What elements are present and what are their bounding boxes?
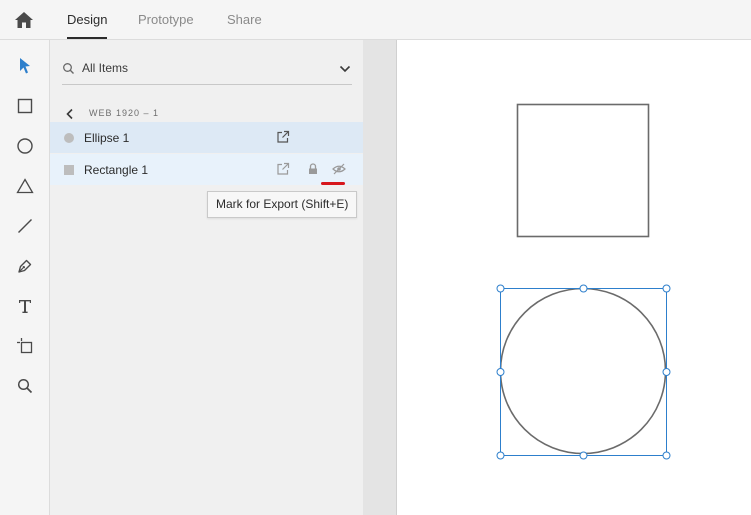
- annotation-underline: [321, 182, 345, 185]
- artboard-canvas[interactable]: [396, 40, 751, 515]
- pen-icon: [18, 259, 32, 273]
- tab-design[interactable]: Design: [67, 12, 107, 27]
- home-icon: [15, 12, 33, 28]
- active-tab-indicator: [67, 37, 107, 39]
- line-icon: [18, 219, 32, 233]
- select-arrow-icon: [20, 58, 30, 74]
- polygon-tool-button[interactable]: [13, 174, 37, 198]
- text-icon: [19, 300, 31, 313]
- search-icon: [63, 63, 74, 74]
- home-button[interactable]: [13, 9, 35, 31]
- export-icon[interactable]: [276, 130, 290, 144]
- layers-filter[interactable]: All Items: [62, 58, 352, 85]
- rectangle-shape[interactable]: [516, 103, 650, 238]
- export-tooltip: Mark for Export (Shift+E): [207, 191, 358, 218]
- canvas-drawing: [496, 103, 671, 460]
- triangle-icon: [16, 178, 34, 194]
- layers-panel: All Items WEB 1920 – 1 Ellipse 1 Rectang…: [50, 40, 363, 515]
- pasteboard: [363, 40, 396, 515]
- pen-tool-button[interactable]: [13, 254, 37, 278]
- resize-handle[interactable]: [662, 368, 671, 376]
- layer-name: Rectangle 1: [84, 163, 149, 177]
- resize-handle[interactable]: [496, 451, 505, 460]
- ellipse-shape[interactable]: [499, 287, 667, 455]
- resize-handle[interactable]: [662, 284, 671, 293]
- resize-handle[interactable]: [496, 284, 505, 293]
- text-tool-button[interactable]: [13, 294, 37, 318]
- tab-share[interactable]: Share: [227, 12, 262, 27]
- lock-icon[interactable]: [306, 162, 320, 176]
- resize-handle[interactable]: [496, 368, 505, 376]
- artboard-name: WEB 1920 – 1: [89, 108, 160, 118]
- ellipse-icon: [17, 138, 33, 154]
- top-bar: Design Prototype Share: [0, 0, 751, 40]
- layer-row-rectangle[interactable]: Rectangle 1: [50, 154, 363, 185]
- artboard-tool-button[interactable]: [13, 334, 37, 358]
- layer-row-ellipse[interactable]: Ellipse 1: [50, 122, 363, 153]
- resize-handle[interactable]: [662, 451, 671, 460]
- ellipse-layer-icon: [64, 133, 74, 143]
- layer-name: Ellipse 1: [84, 131, 130, 145]
- resize-handle[interactable]: [579, 284, 588, 293]
- line-tool-button[interactable]: [13, 214, 37, 238]
- tab-prototype[interactable]: Prototype: [138, 12, 194, 27]
- filter-label: All Items: [82, 61, 129, 75]
- rectangle-layer-icon: [64, 165, 74, 175]
- rectangle-icon: [17, 98, 33, 114]
- zoom-tool-button[interactable]: [13, 374, 37, 398]
- magnifier-icon: [17, 378, 33, 394]
- export-icon[interactable]: [276, 162, 290, 176]
- resize-handle[interactable]: [579, 451, 588, 460]
- artboard-icon: [17, 338, 33, 354]
- select-tool-button[interactable]: [13, 54, 37, 78]
- chevron-down-icon[interactable]: [338, 62, 352, 76]
- ellipse-tool-button[interactable]: [13, 134, 37, 158]
- rectangle-tool-button[interactable]: [13, 94, 37, 118]
- chevron-left-icon[interactable]: [64, 108, 76, 120]
- tools-toolbar: [0, 40, 50, 515]
- visibility-icon[interactable]: [332, 162, 346, 176]
- xd-app-window: Design Prototype Share All Items WEB 192…: [0, 0, 751, 515]
